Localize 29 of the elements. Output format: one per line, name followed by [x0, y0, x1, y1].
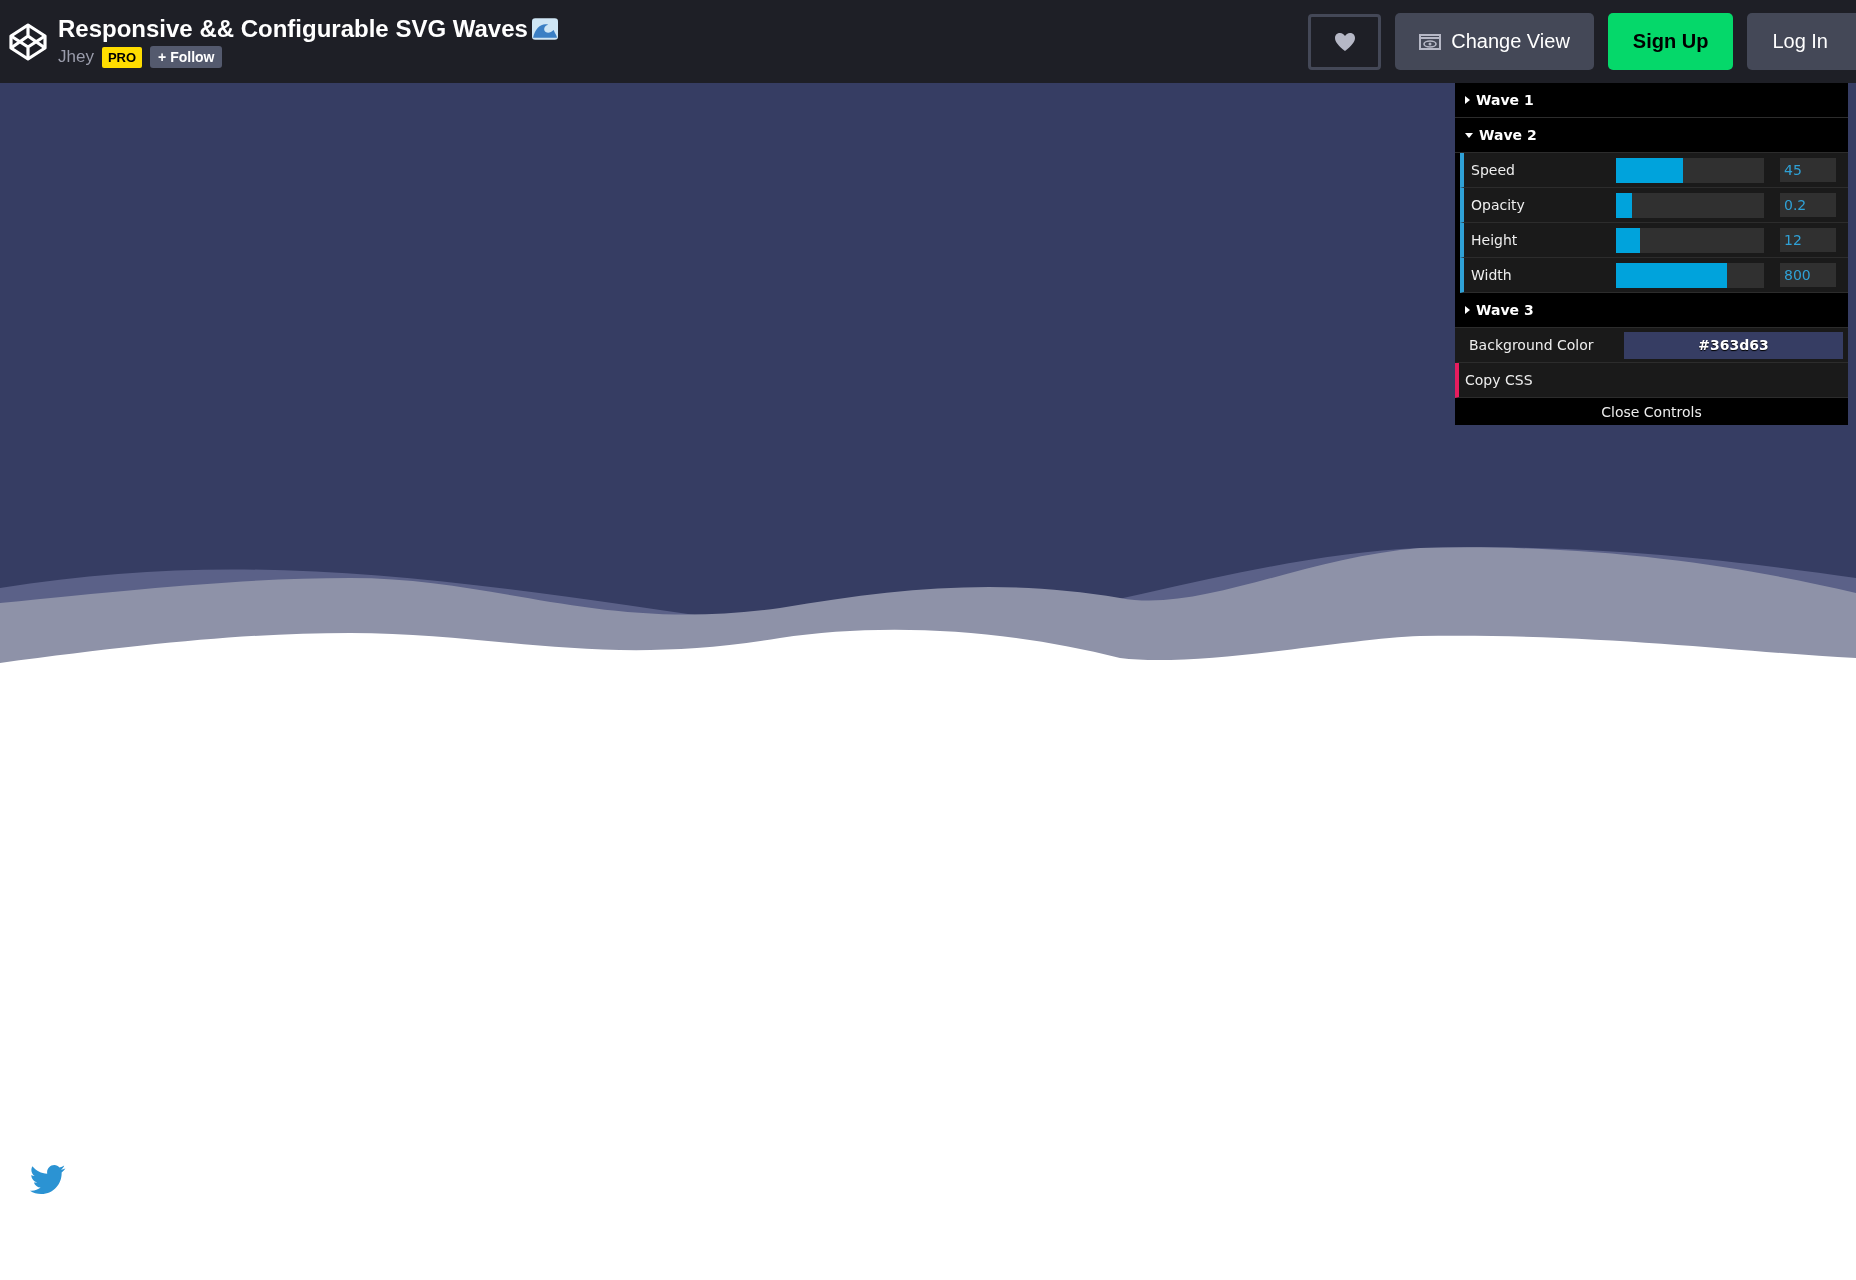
heart-icon: [1333, 31, 1356, 52]
follow-button[interactable]: + Follow: [150, 46, 223, 68]
slider-track[interactable]: [1616, 157, 1764, 183]
value-field[interactable]: 800: [1780, 263, 1836, 287]
eye-window-icon: [1419, 33, 1442, 50]
slider-label: Width: [1470, 267, 1513, 283]
slider-track[interactable]: [1616, 227, 1764, 253]
author-link[interactable]: Jhey: [58, 47, 94, 67]
slider-track[interactable]: [1616, 192, 1764, 218]
slider-track[interactable]: [1616, 262, 1764, 288]
wave-icon: [531, 18, 558, 40]
slider-label: Opacity: [1470, 197, 1526, 213]
value-field[interactable]: 45: [1780, 158, 1836, 182]
sign-up-button[interactable]: Sign Up: [1607, 13, 1734, 70]
pro-badge: PRO: [101, 46, 143, 68]
folder-header[interactable]: Wave 1: [1455, 83, 1848, 118]
copy-css-button[interactable]: Copy CSS: [1455, 363, 1848, 398]
bird-icon[interactable]: [30, 1165, 66, 1195]
value-field[interactable]: 12: [1780, 228, 1836, 252]
color-field[interactable]: #363d63: [1624, 331, 1843, 359]
color-label: Background Color: [1469, 337, 1595, 353]
value-field[interactable]: 0.2: [1780, 193, 1836, 217]
pen-title: Responsive && Configurable SVG Waves: [58, 15, 528, 43]
log-in-button[interactable]: Log In: [1747, 13, 1856, 70]
slider-label: Height: [1470, 232, 1519, 248]
slider-label: Speed: [1470, 162, 1516, 178]
cube-logo-icon[interactable]: [8, 21, 48, 62]
heart-button[interactable]: [1308, 13, 1382, 70]
change-view-button[interactable]: Change View: [1395, 13, 1594, 70]
